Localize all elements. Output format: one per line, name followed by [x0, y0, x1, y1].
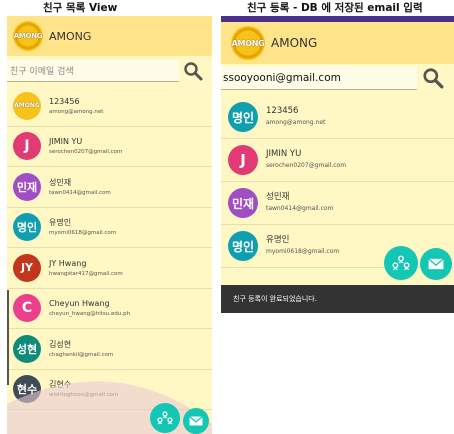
- friend-email: myomi0618@gmail.com: [266, 247, 340, 255]
- friend-info: 김성현 chaghenkil@gmail.com: [49, 340, 113, 359]
- search-button[interactable]: [179, 60, 207, 82]
- among-logo: AMONG: [13, 21, 43, 51]
- friend-info: JIMIN YU serochen0207@gmail.com: [266, 149, 347, 170]
- friend-email: hwangstar417@gmail.com: [49, 270, 123, 277]
- avatar-text: 민재: [231, 196, 255, 211]
- search-placeholder: 친구 이메일 검색: [10, 67, 74, 77]
- friend-email: among@among.net: [49, 108, 104, 115]
- friend-name: 성민재: [266, 192, 290, 203]
- friend-avatar: 민재: [13, 172, 41, 201]
- friend-avatar: 명인: [13, 213, 41, 242]
- search-input[interactable]: ssooyooni@gmail.com: [221, 66, 417, 90]
- right-phone-screen: AMONG AMONG ssooyooni@gmail.com 명인 123456…: [221, 16, 454, 313]
- friend-list-item[interactable]: J JIMIN YU serochen0207@gmail.com: [7, 127, 212, 167]
- friend-avatar: 성현: [13, 334, 41, 363]
- group-icon: [157, 411, 173, 425]
- friend-email: tawn0414@gmail.com: [266, 204, 334, 212]
- friend-email: cheyun_hwang@hitsu.edu.ph: [49, 311, 131, 318]
- avatar-text: 명인: [231, 239, 255, 254]
- right-caption: 친구 등록 - DB 에 저장된 email 입력: [247, 2, 423, 14]
- left-app-bar: AMONG AMONG: [7, 16, 212, 56]
- search-input[interactable]: 친구 이메일 검색: [7, 60, 179, 82]
- right-search-row: ssooyooni@gmail.com: [221, 66, 454, 90]
- friend-avatar: J: [228, 145, 258, 175]
- friend-info: JY Hwang hwangstar417@gmail.com: [49, 259, 123, 278]
- friend-name: JIMIN YU: [266, 149, 302, 160]
- friend-list-item[interactable]: 민재 성민재 tawn0414@gmail.com: [221, 182, 454, 225]
- avatar-text: C: [21, 300, 33, 317]
- app-title: AMONG: [271, 36, 318, 50]
- friend-list-item[interactable]: AMONG 123456 among@among.net: [7, 86, 212, 127]
- friend-avatar: 명인: [228, 102, 258, 132]
- friend-name: JY Hwang: [49, 258, 87, 268]
- left-scrollbar[interactable]: [7, 290, 9, 385]
- mail-fab-button[interactable]: [420, 248, 452, 280]
- group-fab-button[interactable]: [150, 403, 180, 433]
- friend-list-item[interactable]: C Cheyun Hwang cheyun_hwang@hitsu.edu.ph: [7, 289, 212, 329]
- right-app-bar: AMONG AMONG: [221, 22, 454, 64]
- friend-info: 성민재 tawn0414@gmail.com: [266, 192, 334, 213]
- right-friend-list: 명인 123456 among@among.net J JIMIN YU serochen…: [221, 96, 454, 313]
- search-value: ssooyooni@gmail.com: [223, 71, 341, 84]
- friend-info: 123456 among@among.net: [49, 97, 103, 116]
- group-icon: [392, 255, 410, 271]
- friend-avatar: 민재: [228, 188, 258, 218]
- left-phone-screen: AMONG AMONG 친구 이메일 검색 AMONG 123456 among@a…: [7, 16, 212, 434]
- friend-avatar: C: [13, 294, 41, 323]
- friend-list-item[interactable]: JY JY Hwang hwangstar417@gmail.com: [7, 248, 212, 289]
- friend-info: 유명인 myomi0618@gmail.com: [266, 235, 340, 256]
- app-title: AMONG: [49, 29, 92, 43]
- group-fab-button[interactable]: [384, 246, 418, 280]
- search-icon: [423, 68, 444, 89]
- logo-text: AMONG: [13, 32, 43, 40]
- friend-info: 유명인 myomi0618@gmail.com: [49, 218, 116, 237]
- friend-avatar: J: [13, 132, 41, 161]
- friend-email: myomi0618@gmail.com: [49, 230, 117, 237]
- friend-info: Cheyun Hwang cheyun_hwang@hitsu.edu.ph: [49, 299, 130, 318]
- avatar-text: 명인: [231, 110, 255, 125]
- friend-email: chaghenkil@gmail.com: [49, 351, 114, 358]
- toast-message: 친구 등록이 완료되었습니다.: [221, 285, 454, 313]
- avatar-text: J: [240, 151, 246, 169]
- friend-info: JIMIN YU serochen0207@gmail.com: [49, 137, 122, 156]
- friend-name: 유명인: [49, 218, 72, 227]
- left-caption: 친구 목록 View: [43, 2, 118, 14]
- friend-name: 유명인: [266, 235, 290, 246]
- friend-email: serochen0207@gmail.com: [49, 149, 123, 156]
- among-logo: AMONG: [231, 26, 265, 60]
- friend-email: tawn0414@gmail.com: [49, 189, 111, 196]
- friend-avatar: AMONG: [13, 91, 41, 120]
- friend-info: 123456 among@among.net: [266, 106, 326, 127]
- friend-info: 성민재 tawn0414@gmail.com: [49, 178, 111, 197]
- mail-fab-button[interactable]: [183, 408, 209, 434]
- avatar-text: J: [24, 138, 30, 155]
- friend-name: Cheyun Hwang: [49, 299, 110, 308]
- friend-email: among@among.net: [266, 118, 326, 126]
- avatar-text: 명인: [16, 221, 38, 235]
- logo-text: AMONG: [231, 38, 265, 48]
- wave-decoration: [7, 381, 212, 434]
- friend-list-item[interactable]: 명인 123456 among@among.net: [221, 96, 454, 139]
- avatar-text: 민재: [16, 180, 38, 194]
- friend-email: serochen0207@gmail.com: [266, 161, 347, 169]
- friend-name: 김성현: [49, 339, 72, 349]
- friend-list-item[interactable]: 민재 성민재 tawn0414@gmail.com: [7, 167, 212, 208]
- avatar-text: AMONG: [14, 102, 40, 110]
- friend-name: JIMIN YU: [49, 137, 83, 146]
- friend-avatar: 명인: [228, 231, 258, 261]
- friend-name: 123456: [266, 106, 299, 117]
- mail-icon: [428, 258, 444, 270]
- left-search-row: 친구 이메일 검색: [7, 60, 212, 82]
- mail-icon: [189, 416, 203, 426]
- search-button[interactable]: [417, 66, 449, 90]
- friend-list-item[interactable]: J JIMIN YU serochen0207@gmail.com: [221, 139, 454, 182]
- friend-name: 성민재: [49, 177, 72, 187]
- friend-list-item[interactable]: 명인 유명인 myomi0618@gmail.com: [7, 208, 212, 248]
- friend-name: 123456: [49, 96, 80, 106]
- search-icon: [184, 62, 203, 81]
- friend-avatar: JY: [13, 253, 41, 282]
- friend-list-item[interactable]: 명인 유명인 myomi0618@gmail.com: [221, 225, 454, 268]
- avatar-text: 성현: [16, 342, 38, 356]
- avatar-text: JY: [20, 261, 34, 275]
